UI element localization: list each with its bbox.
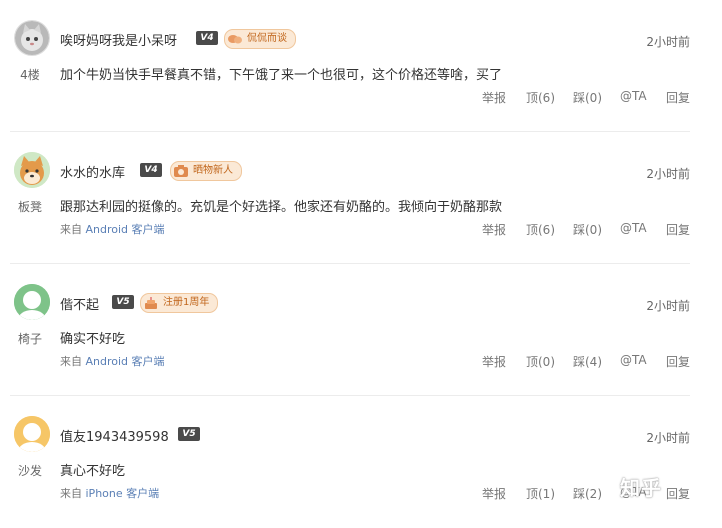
reply-button[interactable]: 回复 <box>666 89 690 106</box>
username[interactable]: 值友1943439598 <box>60 426 169 445</box>
source-prefix: 来自 <box>60 355 86 368</box>
default-user-avatar-icon <box>14 416 50 452</box>
reply-button[interactable]: 回复 <box>666 485 690 502</box>
medal-badge: 注册1周年 <box>140 293 219 313</box>
downvote-button[interactable]: 踩(0) <box>573 89 602 106</box>
cake-icon <box>145 297 157 309</box>
medal-label: 晒物新人 <box>193 165 233 176</box>
medal-label: 注册1周年 <box>163 297 210 308</box>
level-badge: V4 <box>140 163 162 177</box>
default-user-avatar-icon <box>14 284 50 320</box>
camera-icon <box>174 165 188 177</box>
comment-content: 确实不好吃 <box>60 332 126 347</box>
client-link[interactable]: Android <box>86 355 129 368</box>
timestamp: 2小时前 <box>646 167 690 181</box>
report-button[interactable]: 举报 <box>482 221 506 238</box>
downvote-button[interactable]: 踩(0) <box>573 221 602 238</box>
cat-avatar-icon <box>15 21 49 55</box>
username[interactable]: 水水的水库 <box>60 162 125 181</box>
upvote-button[interactable]: 顶(1) <box>526 485 555 502</box>
avatar[interactable] <box>14 416 50 452</box>
zhihu-watermark: 知乎 <box>620 476 662 500</box>
floor-label: 4楼 <box>20 68 40 82</box>
username[interactable]: 偕不起 <box>60 294 99 313</box>
timestamp: 2小时前 <box>646 431 690 445</box>
source-suffix: 客户端 <box>122 487 160 500</box>
avatar[interactable] <box>14 284 50 320</box>
avatar[interactable] <box>14 20 50 56</box>
source-client: 来自 iPhone 客户端 <box>60 485 159 501</box>
floor-label: 椅子 <box>17 332 42 346</box>
timestamp: 2小时前 <box>646 35 690 49</box>
comment-item: 沙发 值友1943439598 V5 2小时前 真心不好吃 来自 iPhone … <box>0 396 722 528</box>
level-badge: V4 <box>196 31 218 45</box>
medal-badge: 晒物新人 <box>170 161 242 181</box>
comment-item: 4楼 唉呀妈呀我是小呆呀 V4 侃侃而谈 2小时前 加个牛奶当快手早餐真不错，下… <box>0 0 722 132</box>
username[interactable]: 唉呀妈呀我是小呆呀 <box>60 30 177 49</box>
comment-content: 跟那达利园的挺像的。充饥是个好选择。他家还有奶酪的。我倾向于奶酪那款 <box>60 200 503 215</box>
floor-label: 板凳 <box>17 200 42 214</box>
source-client: 来自 Android 客户端 <box>60 221 165 237</box>
timestamp: 2小时前 <box>646 299 690 313</box>
level-badge: V5 <box>178 427 200 441</box>
downvote-button[interactable]: 踩(4) <box>573 353 602 370</box>
upvote-button[interactable]: 顶(0) <box>526 353 555 370</box>
client-link[interactable]: iPhone <box>86 487 123 500</box>
medal-badge: 侃侃而谈 <box>224 29 296 49</box>
source-prefix: 来自 <box>60 223 86 236</box>
medal-label: 侃侃而谈 <box>247 33 287 44</box>
source-suffix: 客户端 <box>128 355 165 368</box>
client-link[interactable]: Android <box>86 223 129 236</box>
source-prefix: 来自 <box>60 487 86 500</box>
source-client: 来自 Android 客户端 <box>60 353 165 369</box>
report-button[interactable]: 举报 <box>482 353 506 370</box>
mention-button[interactable]: @TA <box>620 353 647 367</box>
floor-label: 沙发 <box>17 464 42 478</box>
avatar[interactable] <box>14 152 50 188</box>
mention-button[interactable]: @TA <box>620 221 647 235</box>
comment-content: 加个牛奶当快手早餐真不错，下午饿了来一个也很可，这个价格还等啥，买了 <box>60 68 503 83</box>
comment-content: 真心不好吃 <box>60 464 126 479</box>
report-button[interactable]: 举报 <box>482 485 506 502</box>
mention-button[interactable]: @TA <box>620 89 647 103</box>
comment-item: 板凳 水水的水库 V4 晒物新人 2小时前 跟那达利园的挺像的。充饥是个好选择。… <box>0 132 722 264</box>
reply-button[interactable]: 回复 <box>666 353 690 370</box>
downvote-button[interactable]: 踩(2) <box>573 485 602 502</box>
comment-item: 椅子 偕不起 V5 注册1周年 2小时前 确实不好吃 来自 Android 客户… <box>0 264 722 396</box>
source-suffix: 客户端 <box>128 223 165 236</box>
shiba-dog-avatar-icon <box>14 152 50 188</box>
report-button[interactable]: 举报 <box>482 89 506 106</box>
chat-bubbles-icon <box>228 35 242 44</box>
upvote-button[interactable]: 顶(6) <box>526 221 555 238</box>
upvote-button[interactable]: 顶(6) <box>526 89 555 106</box>
reply-button[interactable]: 回复 <box>666 221 690 238</box>
level-badge: V5 <box>112 295 134 309</box>
